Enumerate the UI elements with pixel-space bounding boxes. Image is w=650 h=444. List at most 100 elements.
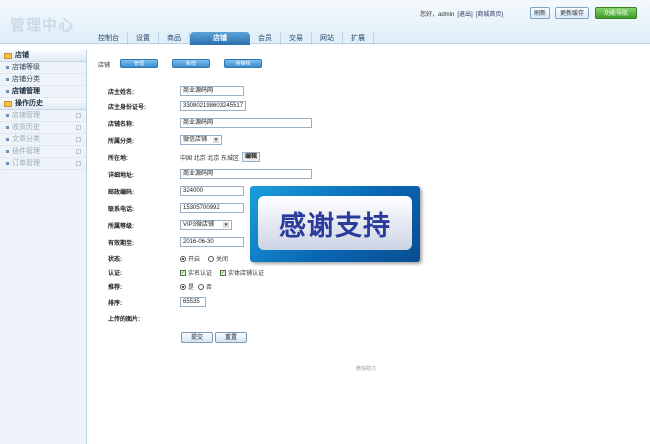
phone-input[interactable]: 15305700992 [180, 203, 244, 213]
add-icon[interactable] [76, 161, 81, 166]
store-name-label: 店铺名称: [108, 121, 134, 128]
image-label: 上传的图片: [108, 316, 140, 323]
grade-select[interactable]: VIP3微店铺 ▾ [180, 220, 232, 230]
add-icon[interactable] [76, 125, 81, 130]
tab-extend[interactable]: 扩展 [343, 32, 374, 45]
folder-icon [4, 52, 12, 59]
address-input[interactable]: 商业源码网 [180, 169, 312, 179]
grade-value: VIP3微店铺 [183, 222, 215, 228]
user-info: 您好，admin [退出] [商城首页] [420, 9, 506, 18]
history-item-label: 插件管理 [12, 148, 40, 155]
cert-label: 认证: [108, 270, 122, 277]
sort-input[interactable]: 65535 [180, 297, 206, 307]
radio-checked-icon [180, 283, 186, 290]
cert-entity-option[interactable]: ✓ 实体店铺认证 [220, 268, 264, 277]
category-label: 所属分类: [108, 138, 134, 145]
add-icon[interactable] [76, 149, 81, 154]
history-item-label: 收货历史 [12, 124, 40, 131]
region-value: 中国 北京 北京 东城区 [180, 155, 240, 162]
sidebar-section-label: 操作历史 [15, 99, 43, 107]
status-off-option[interactable]: 关闭 [208, 254, 228, 263]
watermark-panel: 感谢支持 [258, 196, 412, 250]
sidebar-section-store[interactable]: 店铺 [0, 50, 86, 62]
expire-date-input[interactable]: 2016-06-30 [180, 237, 244, 247]
cert-row: 认证: ✓ 实名认证 ✓ 实体店铺认证 [108, 266, 408, 278]
cert-realname-option[interactable]: ✓ 实名认证 [180, 268, 212, 277]
bullet-icon [6, 125, 9, 129]
sidebar-item-store-category[interactable]: 店铺分类 [0, 74, 86, 86]
owner-label: 店主姓名: [108, 89, 134, 96]
owner-row: 店主姓名: 商业源码网 [108, 85, 408, 97]
store-name-input[interactable]: 商业源码网 [180, 118, 312, 128]
recommend-label: 推荐: [108, 284, 122, 291]
grade-label: 所属等级: [108, 223, 134, 230]
category-row: 所属分类: 微信店铺 ▾ [108, 134, 408, 146]
status-on-label: 开启 [188, 256, 201, 263]
bullet-icon [6, 89, 9, 93]
history-item[interactable]: 收货历史 [0, 122, 86, 134]
bullet-icon [6, 65, 9, 69]
region-edit-button[interactable]: 编辑 [242, 152, 261, 162]
category-select[interactable]: 微信店铺 ▾ [180, 135, 222, 145]
zip-input[interactable]: 324000 [180, 186, 244, 196]
tab-website[interactable]: 网站 [312, 32, 343, 45]
tab-settings[interactable]: 设置 [128, 32, 159, 45]
idcard-label: 店主身份证号: [108, 104, 146, 111]
recommend-yes-option[interactable]: 是 [180, 282, 194, 291]
home-link[interactable]: [商城首页] [476, 12, 503, 18]
function-nav-button[interactable]: 功能导航 [595, 7, 637, 19]
add-icon[interactable] [76, 137, 81, 142]
logo: 管理中心 [10, 16, 75, 34]
bullet-icon [6, 113, 9, 117]
phone-label: 联系电话: [108, 206, 134, 213]
greeting-text: 您好，admin [420, 12, 455, 18]
tab-members[interactable]: 会员 [250, 32, 281, 45]
radio-checked-icon [180, 255, 186, 262]
status-off-label: 关闭 [216, 256, 229, 263]
history-item[interactable]: 订单管理 [0, 158, 86, 170]
pending-tab-button[interactable]: 待审核 [224, 59, 262, 68]
reset-button[interactable]: 重置 [215, 332, 247, 343]
submit-button[interactable]: 提交 [181, 332, 213, 343]
sidebar-item-store-manage[interactable]: 店铺管理 [0, 86, 86, 98]
recommend-yes-label: 是 [188, 284, 195, 291]
add-tab-button[interactable]: 新增 [172, 59, 210, 68]
sidebar-section-label: 店铺 [15, 51, 29, 59]
recommend-no-option[interactable]: 否 [198, 282, 212, 291]
tab-console[interactable]: 控制台 [90, 32, 128, 45]
history-item-label: 订单管理 [12, 160, 40, 167]
tab-trade[interactable]: 交易 [281, 32, 312, 45]
top-bar: 管理中心 您好，admin [退出] [商城首页] 刷新 更新缓存 功能导航 控制台… [0, 0, 650, 45]
category-value: 微信店铺 [183, 137, 208, 143]
update-cache-button[interactable]: 更新缓存 [555, 7, 589, 19]
sidebar: 店铺 店铺等级 店铺分类 店铺管理 操作历史 店铺管理 收货历史 文章分类 插件… [0, 50, 87, 444]
address-label: 详细地址: [108, 172, 134, 179]
add-icon[interactable] [76, 113, 81, 118]
history-item-label: 店铺管理 [12, 112, 40, 119]
thanks-watermark: 感谢支持 [250, 186, 420, 262]
radio-unchecked-icon [208, 255, 215, 262]
status-label: 状态: [108, 256, 122, 263]
logout-link[interactable]: [退出] [457, 12, 472, 18]
sort-label: 排序: [108, 300, 122, 307]
expire-label: 有效期至: [108, 240, 134, 247]
tab-goods[interactable]: 商品 [159, 32, 190, 45]
region-row: 所在地: 中国 北京 北京 东城区 编辑 [108, 151, 408, 163]
recommend-no-label: 否 [206, 284, 213, 291]
sidebar-section-history[interactable]: 操作历史 [0, 98, 86, 110]
manage-tab-button[interactable]: 管理 [120, 59, 158, 68]
history-item[interactable]: 插件管理 [0, 146, 86, 158]
cert-realname-label: 实名认证 [188, 270, 213, 277]
status-on-option[interactable]: 开启 [180, 254, 200, 263]
refresh-button[interactable]: 刷新 [530, 7, 550, 19]
sort-row: 排序: 65535 [108, 296, 408, 308]
folder-icon [4, 100, 12, 107]
recommend-row: 推荐: 是 否 [108, 280, 408, 292]
idcard-input[interactable]: 330802198603245517 [180, 101, 246, 111]
bullet-icon [6, 161, 9, 165]
owner-name-input[interactable]: 商业源码网 [180, 86, 244, 96]
history-item[interactable]: 店铺管理 [0, 110, 86, 122]
sidebar-item-store-grade[interactable]: 店铺等级 [0, 62, 86, 74]
tab-store[interactable]: 店铺 [190, 32, 250, 45]
history-item[interactable]: 文章分类 [0, 134, 86, 146]
